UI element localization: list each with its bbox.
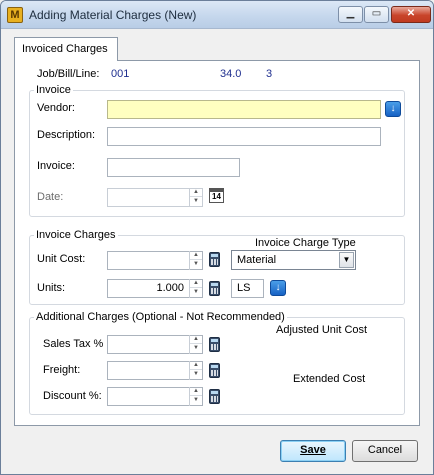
unit-lookup-icon[interactable]: ↓ [270,280,286,296]
spin-down-icon[interactable]: ▼ [190,344,202,353]
discount-spinner[interactable]: ▲ ▼ [189,387,202,406]
freight-label: Freight: [43,364,81,376]
unit-cost-calculator-icon[interactable] [209,252,220,267]
description-field[interactable] [107,127,381,146]
spin-up-icon[interactable]: ▲ [190,279,202,288]
invoice-number-label: Invoice: [37,160,75,172]
job-number: 001 [111,68,130,80]
line-number: 3 [266,68,273,80]
unit-of-measure-field[interactable]: LS [231,279,264,298]
charge-type-select[interactable]: Material ▼ [231,250,356,270]
spin-down-icon[interactable]: ▼ [190,396,202,405]
discount-calculator-icon[interactable] [209,389,220,404]
sales-tax-calculator-icon[interactable] [209,337,220,352]
spin-up-icon[interactable]: ▲ [190,335,202,344]
freight-spinner[interactable]: ▲ ▼ [189,361,202,380]
tab-invoiced-charges[interactable]: Invoiced Charges [14,37,118,61]
units-label: Units: [37,282,66,294]
spin-up-icon[interactable]: ▲ [190,361,202,370]
close-button[interactable]: ✕ [391,6,431,23]
charge-type-value: Material [237,254,277,266]
invoice-number-field[interactable] [107,158,240,177]
date-spinner[interactable]: ▲ ▼ [189,188,202,207]
cancel-button[interactable]: Cancel [352,440,418,462]
vendor-lookup-icon[interactable]: ↓ [385,101,401,117]
spin-down-icon[interactable]: ▼ [190,197,202,206]
description-label: Description: [37,129,96,141]
adjusted-unit-cost-label: Adjusted Unit Cost [276,324,368,336]
units-calculator-icon[interactable] [209,281,220,296]
spin-down-icon[interactable]: ▼ [190,370,202,379]
unit-cost-spinner[interactable]: ▲ ▼ [189,251,202,270]
chevron-down-icon[interactable]: ▼ [339,252,354,268]
vendor-label: Vendor: [37,102,75,114]
calendar-day-text: 14 [212,192,221,201]
dialog-window: M Adding Material Charges (New) ▁ ▭ ✕ In… [0,0,434,475]
vendor-field[interactable] [107,100,381,119]
extended-cost-label: Extended Cost [293,373,366,385]
sales-tax-spinner[interactable]: ▲ ▼ [189,335,202,354]
additional-charges-legend: Additional Charges (Optional - Not Recom… [34,311,287,323]
invoice-charges-legend: Invoice Charges [34,229,118,241]
charge-type-label: Invoice Charge Type [255,237,356,249]
bill-number: 34.0 [220,68,242,80]
unit-cost-label: Unit Cost: [37,253,86,265]
date-label: Date: [37,191,64,203]
maximize-button[interactable]: ▭ [364,6,389,23]
spin-up-icon[interactable]: ▲ [190,251,202,260]
app-logo-icon: M [7,7,23,23]
spin-up-icon[interactable]: ▲ [190,188,202,197]
cancel-button-label: Cancel [367,444,403,456]
window-title: Adding Material Charges (New) [29,8,197,22]
discount-label: Discount %: [43,390,102,402]
minimize-button[interactable]: ▁ [338,6,363,23]
title-bar[interactable]: M Adding Material Charges (New) ▁ ▭ ✕ [1,1,433,29]
calendar-icon[interactable]: 14 [209,188,224,203]
sales-tax-label: Sales Tax % [43,338,104,350]
freight-calculator-icon[interactable] [209,363,220,378]
spin-down-icon[interactable]: ▼ [190,260,202,269]
spin-down-icon[interactable]: ▼ [190,288,202,297]
job-bill-line-label: Job/Bill/Line: [37,68,100,80]
spin-up-icon[interactable]: ▲ [190,387,202,396]
save-button[interactable]: Save [280,440,346,462]
save-button-label: Save [300,444,326,456]
invoice-group-legend: Invoice [34,84,73,96]
units-spinner[interactable]: ▲ ▼ [189,279,202,298]
